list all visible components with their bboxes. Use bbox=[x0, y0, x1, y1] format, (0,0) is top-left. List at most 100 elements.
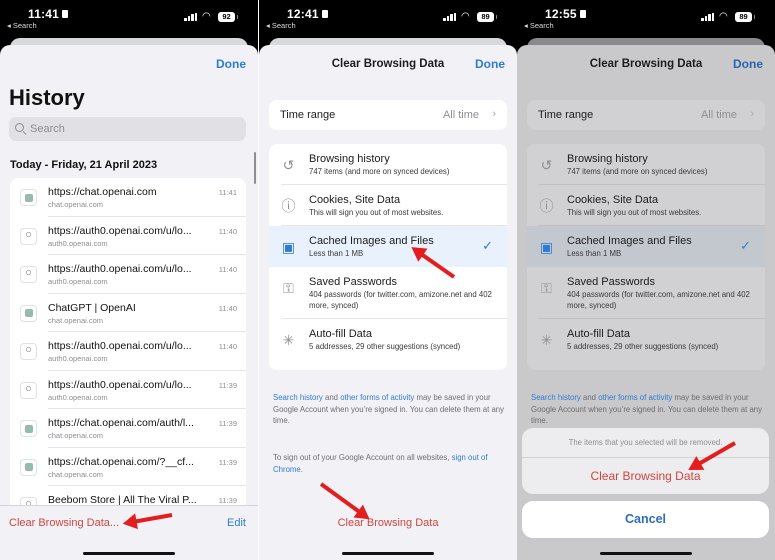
history-list: https://chat.openai.com chat.openai.com 11… bbox=[10, 178, 246, 508]
item-time: 11:40 bbox=[218, 303, 237, 313]
edit-button[interactable]: Edit bbox=[227, 517, 246, 529]
battery-indicator: 92 bbox=[218, 12, 238, 22]
done-button[interactable]: Done bbox=[216, 57, 246, 71]
option-subtitle: Less than 1 MB bbox=[309, 249, 364, 258]
search-history-link[interactable]: Search history bbox=[273, 393, 323, 402]
time-range-label: Time range bbox=[538, 109, 594, 121]
search-history-link[interactable]: Search history bbox=[531, 393, 581, 402]
account-info-text: Search history and other forms of activi… bbox=[273, 392, 505, 427]
history-item[interactable]: https://auth0.openai.com/u/lo...auth0.op… bbox=[10, 371, 246, 409]
option-cookies[interactable]: ⓘ Cookies, Site Data This will sign you ou… bbox=[269, 185, 507, 226]
generic-favicon-icon bbox=[20, 343, 37, 360]
option-subtitle: 404 passwords (for twitter.com, amizone.… bbox=[309, 290, 492, 310]
option-autofill[interactable]: ✳ Auto-fill Data 5 addresses, 29 other sug… bbox=[269, 319, 507, 371]
option-cached-images[interactable]: ▣ Cached Images and Files Less than 1 MB ✓ bbox=[269, 226, 507, 267]
clear-data-sheet: Clear Browsing Data Done Time range All … bbox=[259, 45, 517, 560]
option-title: Cached Images and Files bbox=[567, 235, 692, 247]
autofill-sparkle-icon: ✳ bbox=[540, 331, 553, 348]
item-time: 11:40 bbox=[218, 226, 237, 236]
time-range-value: All time bbox=[700, 109, 737, 121]
clear-browsing-data-button[interactable]: Clear Browsing Data... bbox=[9, 517, 119, 529]
chatgpt-favicon-icon bbox=[20, 304, 37, 322]
option-subtitle: 5 addresses, 29 other suggestions (synce… bbox=[309, 341, 461, 351]
item-title: ChatGPT | OpenAI bbox=[48, 301, 136, 314]
key-icon: ⚿ bbox=[283, 280, 294, 296]
action-sheet: The items that you selected will be remo… bbox=[522, 428, 769, 494]
option-cached-images[interactable]: ▣ Cached Images and Files Less than 1 MB ✓ bbox=[527, 226, 765, 267]
history-item[interactable]: https://auth0.openai.com/u/lo...auth0.op… bbox=[10, 255, 246, 294]
back-to-search-link[interactable]: ◂ Search bbox=[266, 21, 296, 30]
time-range-row[interactable]: Time range All time › bbox=[269, 100, 507, 130]
item-domain: chat.openai.com bbox=[48, 469, 104, 479]
other-activity-link[interactable]: other forms of activity bbox=[598, 393, 672, 402]
history-item[interactable]: https://auth0.openai.com/u/lo...auth0.op… bbox=[10, 217, 246, 255]
status-time: 12:55 bbox=[545, 7, 586, 21]
option-subtitle: This will sign you out of most websites. bbox=[309, 208, 444, 217]
info-text: . bbox=[300, 464, 303, 474]
option-cookies[interactable]: ⓘ Cookies, Site Data This will sign you ou… bbox=[527, 185, 765, 226]
item-time: 11:40 bbox=[218, 342, 237, 351]
item-domain: auth0.openai.com bbox=[48, 392, 108, 402]
history-item[interactable]: ChatGPT | OpenAI chat.openai.com 11:40 bbox=[10, 294, 246, 332]
chatgpt-favicon-icon bbox=[20, 420, 37, 437]
option-subtitle: Less than 1 MB bbox=[567, 249, 622, 258]
status-bar: 12:41 ◂ Search ◠ 89 bbox=[259, 0, 517, 36]
info-text: and bbox=[580, 393, 599, 402]
back-to-search-link[interactable]: ◂ Search bbox=[524, 21, 554, 30]
clear-browsing-data-button[interactable]: Clear Browsing Data bbox=[259, 517, 517, 529]
signal-icon bbox=[184, 13, 198, 21]
status-time: 11:41 bbox=[28, 7, 69, 21]
item-time: 11:40 bbox=[218, 265, 237, 274]
option-autofill[interactable]: ✳ Auto-fill Data 5 addresses, 29 other sug… bbox=[527, 319, 765, 371]
item-title: https://auth0.openai.com/u/lo... bbox=[48, 340, 192, 352]
key-icon: ⚿ bbox=[541, 280, 552, 296]
option-browsing-history[interactable]: ↺ Browsing history 747 items (and more on … bbox=[269, 144, 507, 185]
option-subtitle: 747 items (and more on synced devices) bbox=[309, 167, 450, 176]
clear-confirmation-screen: 12:55 ◂ Search ◠ 89 Clear Browsing Data … bbox=[517, 0, 775, 560]
option-subtitle: 5 addresses, 29 other suggestions (synce… bbox=[567, 341, 719, 351]
item-domain: auth0.openai.com bbox=[48, 354, 108, 363]
option-subtitle: This will sign you out of most websites. bbox=[567, 208, 702, 217]
option-title: Cookies, Site Data bbox=[567, 194, 659, 206]
home-indicator bbox=[342, 551, 434, 555]
history-item[interactable]: https://auth0.openai.com/u/lo... auth0.op… bbox=[10, 332, 246, 371]
chevron-right-icon: › bbox=[492, 108, 496, 120]
option-saved-passwords[interactable]: ⚿ Saved Passwords 404 passwords (for twitt… bbox=[269, 267, 507, 319]
portrait-lock-icon bbox=[579, 10, 586, 18]
info-text: and bbox=[322, 393, 341, 402]
option-saved-passwords[interactable]: ⚿ Saved Passwords 404 passwords (for twitt… bbox=[527, 267, 765, 319]
scrollbar[interactable] bbox=[253, 152, 256, 184]
portrait-lock-icon bbox=[62, 10, 69, 18]
home-indicator bbox=[83, 551, 175, 555]
account-info-text: Search history and other forms of activi… bbox=[531, 392, 763, 427]
generic-favicon-icon bbox=[20, 381, 37, 399]
search-input[interactable]: Search bbox=[9, 117, 246, 141]
date-header: Today - Friday, 21 April 2023 bbox=[10, 159, 158, 171]
option-title: Browsing history bbox=[309, 153, 390, 165]
status-time: 12:41 bbox=[287, 7, 328, 21]
cancel-button[interactable]: Cancel bbox=[522, 501, 769, 538]
done-button[interactable]: Done bbox=[475, 57, 505, 71]
item-title: https://auth0.openai.com/u/lo... bbox=[48, 224, 192, 237]
history-item[interactable]: https://chat.openai.com/auth/l... chat.op… bbox=[10, 409, 246, 448]
confirm-clear-browsing-data-button[interactable]: Clear Browsing Data bbox=[522, 469, 769, 483]
status-bar: 12:55 ◂ Search ◠ 89 bbox=[517, 0, 775, 36]
item-domain: chat.openai.com bbox=[48, 200, 104, 209]
generic-favicon-icon bbox=[20, 266, 37, 283]
back-to-search-link[interactable]: ◂ Search bbox=[7, 21, 37, 30]
done-button[interactable]: Done bbox=[733, 57, 763, 71]
other-activity-link[interactable]: other forms of activity bbox=[340, 393, 414, 402]
option-browsing-history[interactable]: ↺ Browsing history 747 items (and more on … bbox=[527, 144, 765, 185]
signal-icon bbox=[443, 13, 457, 21]
item-time: 11:39 bbox=[218, 380, 237, 390]
time-range-row[interactable]: Time range All time › bbox=[527, 100, 765, 130]
option-title: Saved Passwords bbox=[567, 276, 656, 288]
item-title: https://chat.openai.com/?__cf... bbox=[48, 455, 194, 468]
history-icon: ↺ bbox=[282, 157, 295, 173]
history-item[interactable]: https://chat.openai.com chat.openai.com 11… bbox=[10, 178, 246, 217]
info-icon: ⓘ bbox=[281, 198, 296, 214]
history-item[interactable]: https://chat.openai.com/?__cf... chat.ope… bbox=[10, 448, 246, 486]
images-icon: ▣ bbox=[281, 239, 296, 255]
autofill-sparkle-icon: ✳ bbox=[282, 331, 295, 348]
option-title: Auto-fill Data bbox=[567, 327, 630, 340]
